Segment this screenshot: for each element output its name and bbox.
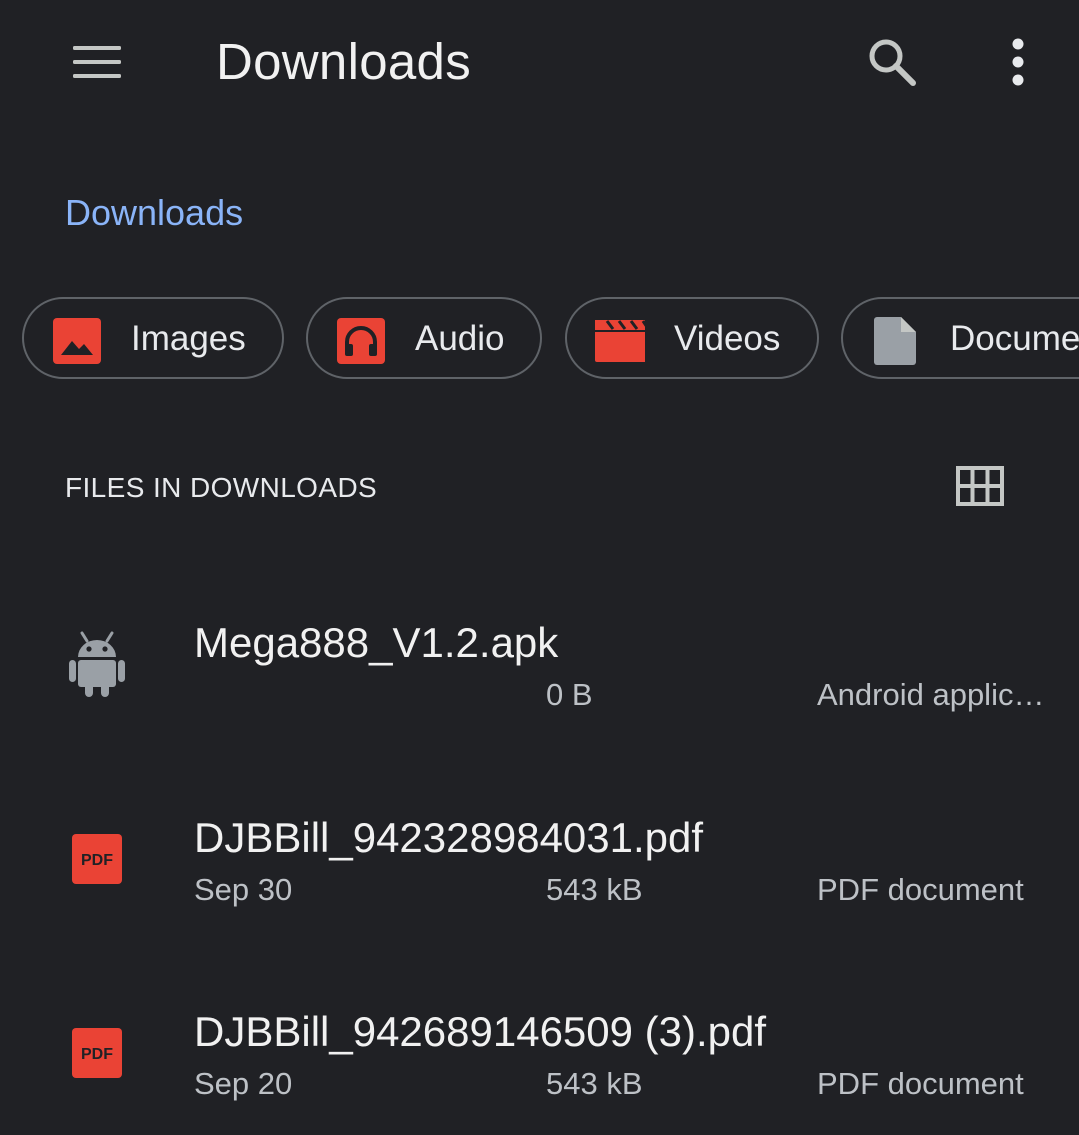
chip-videos[interactable]: Videos — [565, 297, 819, 379]
files-app-screen: Downloads Downloads Images Audio Videos … — [0, 0, 1079, 1135]
file-date: Sep 20 — [194, 1066, 293, 1101]
more-vertical-icon[interactable] — [990, 28, 1046, 96]
section-header: FILES IN DOWNLOADS — [65, 472, 378, 503]
file-size: 543 kB — [546, 872, 643, 907]
file-name: Mega888_V1.2.apk — [194, 619, 559, 666]
movie-clapper-icon — [595, 320, 645, 362]
file-size: 0 B — [546, 677, 593, 712]
file-type: PDF document — [817, 1066, 1024, 1101]
chip-documents[interactable]: Docume — [841, 297, 1079, 379]
page-title: Downloads — [216, 33, 472, 90]
pdf-icon: PDF — [72, 834, 122, 884]
grid-view-icon[interactable] — [950, 460, 1010, 512]
document-icon — [874, 317, 916, 365]
image-icon — [53, 318, 101, 364]
file-name: DJBBill_942328984031.pdf — [194, 814, 704, 861]
chip-images[interactable]: Images — [22, 297, 284, 379]
file-list-item[interactable]: PDF DJBBill_942689146509 (3).pdf Sep 20 … — [0, 984, 1079, 1135]
file-list-item[interactable]: PDF DJBBill_942328984031.pdf Sep 30 543 … — [0, 790, 1079, 960]
chip-audio[interactable]: Audio — [306, 297, 542, 379]
file-list-item[interactable]: Mega888_V1.2.apk 0 B Android applic… — [0, 595, 1079, 765]
chip-label: Images — [131, 319, 246, 358]
chip-label: Videos — [674, 319, 781, 358]
file-name: DJBBill_942689146509 (3).pdf — [194, 1008, 767, 1055]
svg-text:PDF: PDF — [81, 1046, 113, 1063]
chip-label: Audio — [415, 319, 505, 358]
file-size: 543 kB — [546, 1066, 643, 1101]
top-app-bar: Downloads — [0, 0, 1079, 125]
breadcrumb[interactable]: Downloads — [65, 190, 243, 236]
file-type: PDF document — [817, 872, 1024, 907]
chip-label: Docume — [950, 319, 1079, 358]
svg-text:PDF: PDF — [81, 852, 113, 869]
headphones-icon — [337, 318, 385, 364]
pdf-icon: PDF — [72, 1028, 122, 1078]
category-chips: Images Audio Videos Docume — [22, 297, 1079, 383]
file-date: Sep 30 — [194, 872, 293, 907]
android-icon — [69, 631, 125, 697]
hamburger-menu-icon[interactable] — [60, 30, 134, 94]
file-type: Android applic… — [817, 677, 1045, 712]
search-icon[interactable] — [858, 28, 926, 96]
